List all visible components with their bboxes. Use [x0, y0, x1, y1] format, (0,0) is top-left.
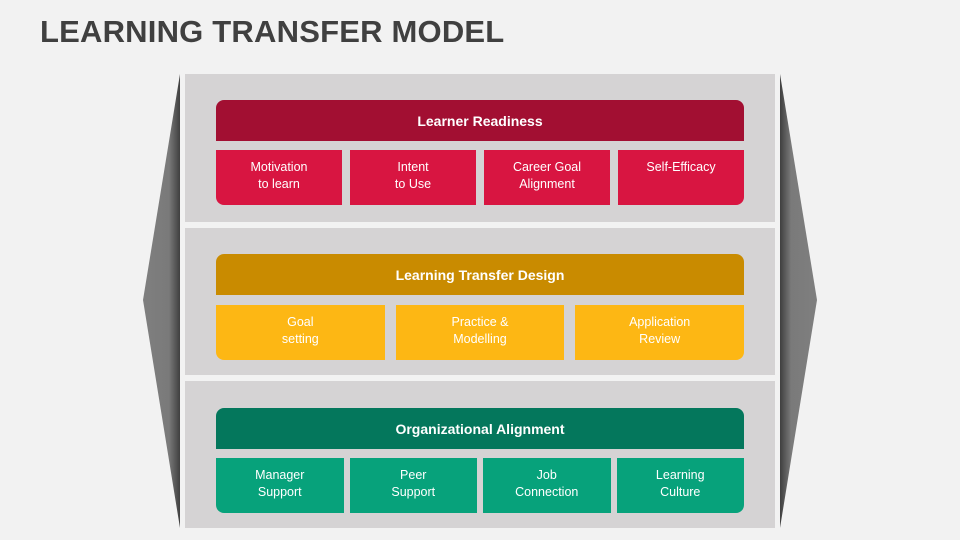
item-career-goal-alignment: Career Goal Alignment	[484, 150, 610, 205]
item-job-connection: Job Connection	[483, 458, 611, 513]
section-header: Organizational Alignment	[216, 408, 744, 449]
item-intent-to-use: Intent to Use	[350, 150, 476, 205]
section-items: Manager Support Peer Support Job Connect…	[216, 458, 744, 513]
item-motivation-to-learn: Motivation to learn	[216, 150, 342, 205]
item-learning-culture: Learning Culture	[616, 458, 744, 513]
page-title: LEARNING TRANSFER MODEL	[40, 14, 505, 49]
section-items: Motivation to learn Intent to Use Career…	[216, 150, 744, 205]
section-items: Goal setting Practice & Modelling Applic…	[216, 305, 745, 360]
item-peer-support: Peer Support	[349, 458, 477, 513]
section-header: Learning Transfer Design	[216, 254, 744, 295]
section-learner-readiness: Learner Readiness Motivation to learn In…	[185, 74, 775, 222]
item-manager-support: Manager Support	[216, 458, 344, 513]
left-bracket-shape	[143, 74, 180, 528]
section-header: Learner Readiness	[216, 100, 744, 141]
item-application-review: Application Review	[575, 305, 745, 360]
section-organizational-alignment: Organizational Alignment Manager Support…	[185, 381, 775, 528]
right-bracket-shape	[780, 74, 817, 528]
item-self-efficacy: Self-Efficacy	[618, 150, 744, 205]
section-learning-transfer-design: Learning Transfer Design Goal setting Pr…	[185, 228, 775, 375]
item-practice-modelling: Practice & Modelling	[395, 305, 565, 360]
item-goal-setting: Goal setting	[216, 305, 385, 360]
